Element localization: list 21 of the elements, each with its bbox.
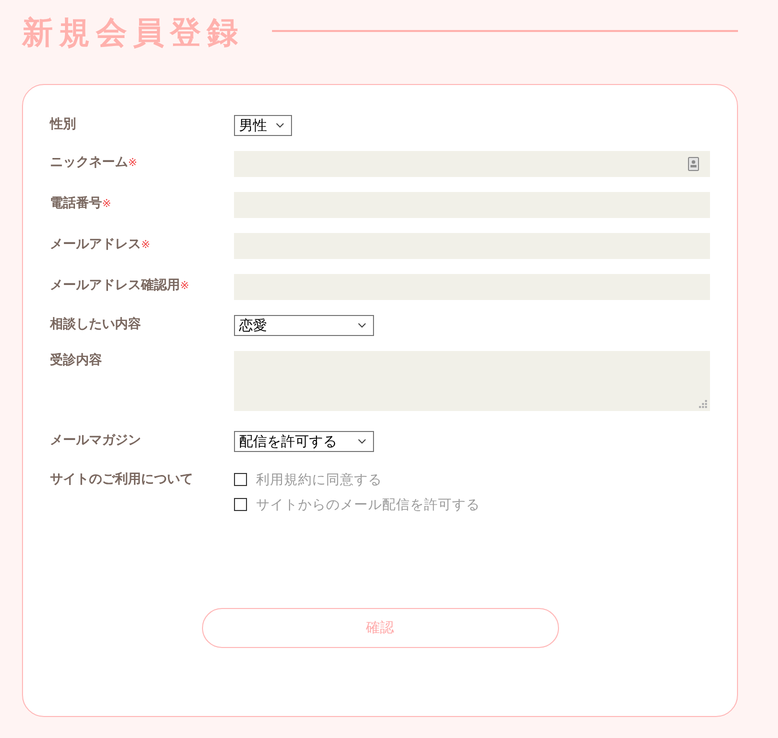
select-dropdown[interactable]: 配信を許可する [234, 431, 374, 452]
field-label: ニックネーム※ [50, 154, 138, 172]
select-dropdown[interactable]: 男性 [234, 115, 292, 136]
field-label: 受診内容 [50, 352, 102, 370]
chevron-down-icon [358, 439, 366, 444]
field-label: 電話番号※ [50, 195, 112, 213]
field-label: 性別 [50, 116, 76, 134]
field-label: メールアドレス確認用※ [50, 277, 190, 295]
page-title: 新規会員登録 [22, 14, 244, 53]
checkbox[interactable] [234, 473, 247, 486]
field-label: サイトのご利用について [50, 471, 193, 489]
select-dropdown[interactable]: 恋愛 [234, 315, 374, 336]
resize-handle-icon [699, 400, 707, 408]
field-label: メールマガジン [50, 432, 141, 450]
field-label: 相談したい内容 [50, 316, 141, 334]
checkbox[interactable] [234, 498, 247, 511]
input-field[interactable] [234, 151, 710, 177]
chevron-down-icon [358, 323, 366, 328]
chevron-down-icon [276, 123, 284, 128]
textarea-field[interactable] [234, 351, 710, 411]
field-label: メールアドレス※ [50, 236, 150, 254]
